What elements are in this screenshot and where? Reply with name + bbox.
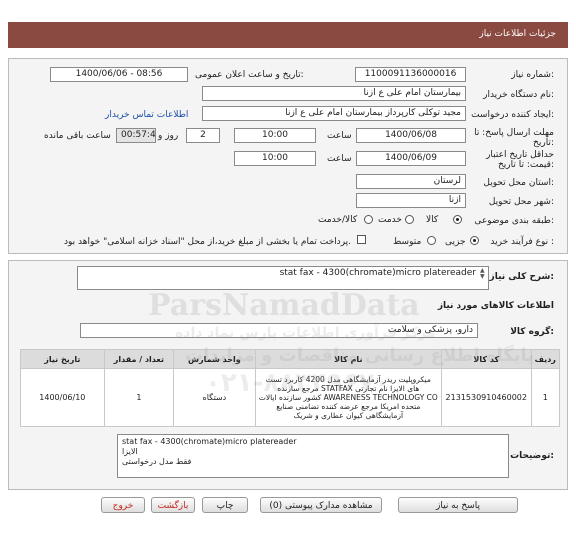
goods-group-label: گروه کالا: [510,327,554,337]
days-field: 2 [186,128,220,143]
announce-datetime-label: تاریخ و ساعت اعلان عمومی: [195,70,304,80]
col-unit: واحد شمارش [173,349,256,369]
validity-time-label: ساعت [327,154,352,164]
category-goods-service-radio[interactable] [364,215,373,224]
buyer-notes-field: stat fax - 4300(chromate)micro plateread… [117,434,509,478]
buyer-org-label: نام دستگاه خریدار: [483,90,554,100]
days-label: روز و [158,131,179,141]
validity-time-field: 10:00 [234,151,316,166]
deadline-time-label: ساعت [327,131,352,141]
deadline-time-field: 10:00 [234,128,316,143]
buyer-notes-line-3: فقط مدل درخواستی [122,457,192,466]
row-name: میکروپلیت ریدر آزمایشگاهی مدل 4200 کاربر… [254,368,442,427]
exit-button[interactable]: خروج [101,497,145,513]
city-label: شهر محل تحویل: [488,197,554,207]
need-summary-text: stat fax - 4300(chromate)micro plateread… [279,268,476,278]
buyer-contact-link[interactable]: اطلاعات تماس خریدار [105,110,188,120]
col-index: ردیف [530,349,561,369]
col-name: نام کالا [254,349,442,369]
row-index: 1 [530,368,561,427]
need-summary-spinner-icon[interactable]: ▲ ▼ [480,268,485,280]
goods-table: ردیف کد کالا نام کالا واحد شمارش تعداد /… [20,349,561,427]
validity-date-field: 1400/06/09 [356,151,466,166]
row-code: 2131530910460002 [440,368,532,427]
goods-section-title: اطلاعات کالاهای مورد نیاز [437,301,554,311]
province-label: استان محل تحویل: [483,178,554,188]
announce-datetime-field: 1400/06/06 - 08:56 [50,67,188,82]
goods-table-header: ردیف کد کالا نام کالا واحد شمارش تعداد /… [20,349,561,369]
print-button[interactable]: چاپ [202,497,248,513]
remaining-time-label: ساعت باقی مانده [44,131,111,141]
deadline-label: مهلت ارسال پاسخ: تا تاریخ: [474,128,554,148]
row-date: 1400/06/10 [20,368,105,427]
back-button[interactable]: بازگشت [151,497,195,513]
col-qty: تعداد / مقدار [103,349,175,369]
category-goods-service-label: کالا/خدمت [318,215,358,225]
category-service-radio[interactable] [405,215,414,224]
header-bar: جزئیات اطلاعات نیاز [8,22,568,48]
process-partial-radio[interactable] [470,236,479,245]
city-field: ازنا [356,193,466,208]
need-summary-label: شرح کلی نیاز: [489,272,554,282]
process-label: نوع فرآیند خرید : [490,237,554,247]
deadline-date-field: 1400/06/08 [356,128,466,143]
col-date: تاریخ نیاز [20,349,105,369]
col-code: کد کالا [440,349,532,369]
need-number-field: 1100091136000016 [355,67,466,82]
creator-label: ایجاد کننده درخواست: [471,110,554,120]
category-service-label: خدمت [378,215,402,225]
process-partial-label: جزیی [445,237,466,247]
creator-field: مجید توکلی کارپرداز بیمارستان امام علی ع… [202,106,466,121]
table-row: 1 2131530910460002 میکروپلیت ریدر آزمایش… [20,368,561,427]
validity-label: حداقل تاریخ اعتبار قیمت: تا تاریخ: [486,150,554,170]
attachments-button[interactable]: مشاهده مدارک پیوستی (0) [260,497,382,513]
process-medium-label: متوسط [393,237,422,247]
province-field: لرستان [356,174,466,189]
need-summary-field: stat fax - 4300(chromate)micro plateread… [77,266,489,290]
buyer-notes-line-1: stat fax - 4300(chromate)micro plateread… [122,437,297,446]
category-label: طبقه بندی موضوعی: [474,216,554,226]
remaining-time-field: 00:57:44 [116,128,156,143]
page-title: جزئیات اطلاعات نیاز [479,29,556,39]
row-qty: 1 [103,368,175,427]
goods-group-field: دارو، پزشکی و سلامت [80,323,478,338]
process-medium-radio[interactable] [427,236,436,245]
need-number-label: شماره نیاز: [511,70,554,80]
reply-button[interactable]: پاسخ به نیاز [398,497,518,513]
category-goods-label: کالا [426,215,439,225]
buyer-org-field: بیمارستان امام علی ع ازنا [202,86,466,101]
buyer-notes-line-2: الایزا [122,447,138,456]
treasury-payment-checkbox[interactable] [357,235,366,244]
category-goods-radio[interactable] [453,215,462,224]
row-unit: دستگاه [173,368,256,427]
treasury-payment-note: پرداخت تمام یا بخشی از مبلغ خرید،از محل … [64,237,352,247]
